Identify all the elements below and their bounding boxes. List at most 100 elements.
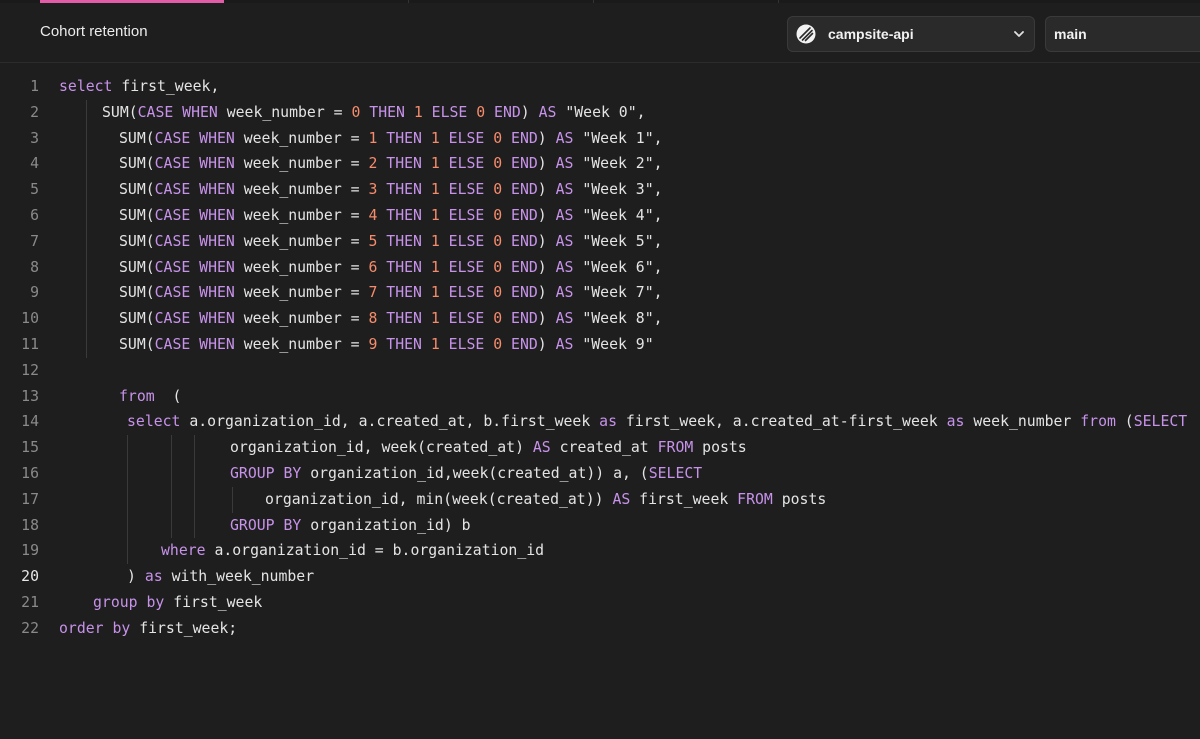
sql-token: SUM(: [119, 310, 155, 328]
database-select[interactable]: campsite-api: [787, 16, 1035, 52]
code-text: where a.organization_id = b.organization…: [161, 538, 544, 564]
line-number: 11: [21, 335, 39, 353]
sql-keyword: CASE WHEN: [154, 335, 235, 353]
sql-token: SUM(: [119, 258, 155, 276]
sql-keyword: END: [502, 258, 538, 276]
code-text: SUM(CASE WHEN week_number = 2 THEN 1 ELS…: [119, 151, 663, 177]
indent-guide: [194, 512, 195, 539]
sql-keyword: GROUP BY: [230, 516, 302, 534]
sql-number: 0: [493, 335, 503, 353]
sql-keyword: THEN: [377, 206, 431, 224]
sql-token: with_week_number: [162, 568, 315, 586]
sql-keyword: AS: [555, 206, 574, 224]
sql-token: SUM(: [119, 129, 155, 147]
sql-keyword: ELSE: [439, 206, 494, 224]
sql-keyword: AS: [555, 155, 574, 173]
sql-keyword: END: [502, 129, 538, 147]
indent-guide: [171, 486, 172, 513]
sql-token: ): [537, 181, 556, 199]
sql-token: week_number =: [234, 310, 369, 328]
indent-guide: [171, 460, 172, 487]
sql-token: organization_id,week(created_at)) a, (: [301, 464, 649, 482]
code-text: SUM(CASE WHEN week_number = 8 THEN 1 ELS…: [119, 306, 663, 332]
line-number: 15: [21, 439, 39, 457]
sql-token: first_week;: [130, 619, 238, 637]
sql-number: 1: [430, 335, 440, 353]
indent-guide: [194, 460, 195, 487]
sql-keyword: AS: [555, 232, 574, 250]
sql-number: 1: [430, 284, 440, 302]
sql-keyword: THEN: [377, 284, 431, 302]
sql-keyword: AS: [555, 181, 574, 199]
line-number: 2: [30, 103, 39, 121]
line-number: 12: [21, 361, 39, 379]
sql-keyword: CASE WHEN: [154, 155, 235, 173]
sql-token: SUM(: [119, 232, 155, 250]
sql-keyword: THEN: [377, 335, 431, 353]
sql-token: (: [1115, 413, 1134, 431]
line-number: 19: [21, 542, 39, 560]
code-text: GROUP BY organization_id,week(created_at…: [230, 461, 702, 487]
sql-token: ): [537, 232, 556, 250]
sql-token: created_at: [550, 439, 658, 457]
query-title[interactable]: Cohort retention: [40, 23, 148, 40]
sql-keyword: CASE WHEN: [154, 310, 235, 328]
sql-token: week_number =: [234, 155, 369, 173]
sql-keyword: as: [599, 413, 617, 431]
sql-keyword: CASE WHEN: [154, 206, 235, 224]
sql-keyword: THEN: [377, 181, 431, 199]
code-text: organization_id, min(week(created_at)) A…: [265, 487, 826, 513]
branch-select[interactable]: main: [1045, 16, 1200, 52]
code-text: order by first_week;: [59, 616, 237, 642]
line-number: 4: [30, 155, 39, 173]
sql-keyword: CASE WHEN: [154, 258, 235, 276]
line-number: 16: [21, 464, 39, 482]
sql-keyword: SELECT: [1133, 413, 1188, 431]
sql-number: 0: [493, 284, 503, 302]
sql-token: first_week: [630, 490, 738, 508]
sql-keyword: from: [1080, 413, 1116, 431]
sql-keyword: GROUP BY: [230, 464, 302, 482]
line-number: 7: [30, 232, 39, 250]
sql-keyword: END: [502, 335, 538, 353]
sql-token: organization_id) b: [301, 516, 471, 534]
sql-keyword: THEN: [377, 155, 431, 173]
line-number: 6: [30, 206, 39, 224]
indent-guide: [194, 486, 195, 513]
sql-token: ): [537, 129, 556, 147]
sql-keyword: AS: [555, 284, 574, 302]
sql-number: 1: [430, 181, 440, 199]
sql-keyword: ELSE: [439, 129, 494, 147]
sql-editor[interactable]: 1 select first_week, 2 SUM(CASE WHEN week_n…: [0, 63, 1200, 739]
sql-token: week_number: [964, 413, 1081, 431]
sql-keyword: AS: [555, 310, 574, 328]
code-text: SUM(CASE WHEN week_number = 9 THEN 1 ELS…: [119, 332, 654, 358]
sql-token: "Week 1",: [573, 129, 663, 147]
sql-number: 1: [430, 206, 440, 224]
indent-guide: [86, 280, 87, 307]
sql-token: (: [154, 387, 182, 405]
sql-keyword: as: [946, 413, 965, 431]
sql-keyword: CASE WHEN: [154, 129, 235, 147]
sql-token: week_number =: [234, 258, 369, 276]
branch-select-value: main: [1054, 26, 1087, 42]
line-number: 5: [30, 181, 39, 199]
sql-token: posts: [772, 490, 827, 508]
code-text: SUM(CASE WHEN week_number = 6 THEN 1 ELS…: [119, 255, 663, 281]
sql-number: 0: [493, 155, 503, 173]
sql-keyword: AS: [538, 103, 557, 121]
sql-keyword: as: [144, 568, 163, 586]
database-select-value: campsite-api: [828, 26, 914, 42]
sql-token: ): [537, 258, 556, 276]
indent-guide: [127, 512, 128, 539]
sql-number: 1: [413, 103, 423, 121]
code-text: from (: [119, 384, 181, 410]
sql-token: ): [537, 206, 556, 224]
sql-token: week_number =: [234, 284, 369, 302]
sql-keyword: ELSE: [439, 335, 494, 353]
code-text: SUM(CASE WHEN week_number = 3 THEN 1 ELS…: [119, 177, 663, 203]
indent-guide: [86, 99, 87, 126]
sql-token: "Week 4",: [573, 206, 663, 224]
line-number: 20: [21, 568, 39, 586]
sql-token: ): [537, 284, 556, 302]
